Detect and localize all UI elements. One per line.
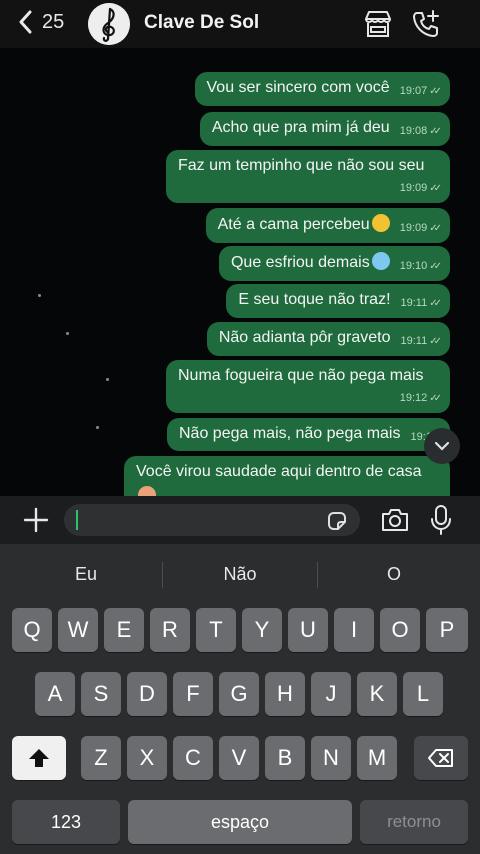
message-bubble[interactable]: Você virou saudade aqui dentro de casa bbox=[124, 456, 450, 496]
return-key[interactable]: retorno bbox=[360, 800, 468, 844]
key[interactable]: V bbox=[219, 736, 259, 780]
key[interactable]: K bbox=[357, 672, 397, 716]
message-time: 19:10 bbox=[399, 260, 428, 272]
key[interactable]: F bbox=[173, 672, 213, 716]
message-bubble[interactable]: Numa fogueira que não pega mais 19:12 ✓✓ bbox=[166, 360, 450, 413]
key[interactable]: J bbox=[311, 672, 351, 716]
message-text: E seu toque não traz! bbox=[238, 291, 391, 308]
double-check-icon: ✓✓ bbox=[429, 298, 442, 309]
sticker-icon[interactable] bbox=[326, 510, 348, 532]
double-check-icon: ✓✓ bbox=[429, 126, 442, 137]
unread-count: 25 bbox=[42, 10, 65, 33]
message-bubble[interactable]: Que esfriou demais 19:10 ✓✓ bbox=[218, 246, 450, 281]
double-check-icon: ✓✓ bbox=[429, 86, 442, 97]
key[interactable]: I bbox=[334, 608, 374, 652]
text-caret bbox=[76, 510, 78, 530]
background-star bbox=[106, 378, 109, 381]
double-check-icon: ✓✓ bbox=[429, 261, 442, 272]
avatar[interactable] bbox=[88, 3, 130, 45]
message-bubble[interactable]: Acho que pra mim já deu 19:08 ✓✓ bbox=[199, 112, 450, 146]
message-bubble[interactable]: Não pega mais, não pega mais 19:13 bbox=[167, 418, 450, 451]
message-text: Não pega mais, não pega mais bbox=[179, 425, 401, 442]
message-time: 19:09 bbox=[399, 222, 428, 234]
back-button[interactable]: 25 bbox=[18, 10, 64, 34]
key[interactable]: A bbox=[35, 672, 75, 716]
message-text: Você virou saudade aqui dentro de casa bbox=[136, 463, 422, 480]
message-bubble[interactable]: E seu toque não traz! 19:11 ✓✓ bbox=[226, 284, 450, 318]
key[interactable]: O bbox=[380, 608, 420, 652]
suggestion[interactable]: O bbox=[314, 554, 474, 594]
message-time: 19:07 bbox=[399, 85, 428, 97]
double-check-icon: ✓✓ bbox=[429, 336, 442, 347]
message-text: Vou ser sincero com você bbox=[206, 79, 390, 96]
delete-key[interactable] bbox=[414, 736, 468, 780]
key[interactable]: Z bbox=[81, 736, 121, 780]
key[interactable]: Y bbox=[242, 608, 282, 652]
message-text: Numa fogueira que não pega mais bbox=[178, 367, 424, 384]
chevron-left-icon bbox=[19, 10, 32, 34]
key[interactable]: L bbox=[403, 672, 443, 716]
background-star bbox=[38, 294, 41, 297]
message-text: Até a cama percebeu bbox=[217, 216, 370, 233]
house-emoji bbox=[138, 486, 156, 496]
background-star bbox=[66, 332, 69, 335]
message-bubble[interactable]: Não adianta pôr graveto 19:11 ✓✓ bbox=[206, 322, 450, 356]
key[interactable]: D bbox=[127, 672, 167, 716]
keyboard: Eu Não O Q W E R T Y U I O P A S D F G H… bbox=[0, 544, 480, 854]
message-time: 19:11 bbox=[400, 297, 428, 309]
contact-name[interactable]: Clave De Sol bbox=[144, 12, 259, 34]
message-text: Faz um tempinho que não sou seu bbox=[178, 157, 425, 174]
key[interactable]: M bbox=[357, 736, 397, 780]
key[interactable]: X bbox=[127, 736, 167, 780]
phone-add-icon[interactable] bbox=[410, 8, 442, 40]
key[interactable]: B bbox=[265, 736, 305, 780]
space-key[interactable]: espaço bbox=[128, 800, 352, 844]
message-bubble[interactable]: Faz um tempinho que não sou seu 19:09 ✓✓ bbox=[166, 150, 450, 203]
key[interactable]: C bbox=[173, 736, 213, 780]
message-input[interactable] bbox=[64, 504, 360, 536]
message-bubble[interactable]: Até a cama percebeu 19:09 ✓✓ bbox=[205, 208, 450, 243]
key[interactable]: U bbox=[288, 608, 328, 652]
key[interactable]: Q bbox=[12, 608, 52, 652]
key[interactable]: R bbox=[150, 608, 190, 652]
confused-face-emoji bbox=[371, 214, 390, 232]
camera-icon[interactable] bbox=[380, 506, 410, 534]
message-time: 19:09 bbox=[399, 182, 428, 194]
shift-key[interactable] bbox=[12, 736, 66, 780]
cold-face-emoji bbox=[371, 252, 390, 270]
double-check-icon: ✓✓ bbox=[429, 393, 442, 404]
suggestion[interactable]: Não bbox=[160, 554, 320, 594]
suggestion[interactable]: Eu bbox=[6, 554, 166, 594]
chevron-down-icon bbox=[434, 441, 450, 451]
backspace-icon bbox=[428, 749, 453, 767]
message-bubble[interactable]: Vou ser sincero com você 19:07 ✓✓ bbox=[194, 72, 450, 106]
attach-plus-icon[interactable] bbox=[22, 506, 50, 534]
microphone-icon[interactable] bbox=[430, 504, 452, 536]
message-text: Não adianta pôr graveto bbox=[218, 329, 391, 346]
message-time: 19:12 bbox=[399, 392, 428, 404]
store-icon[interactable] bbox=[362, 8, 394, 40]
numbers-key[interactable]: 123 bbox=[12, 800, 120, 844]
message-text: Que esfriou demais bbox=[230, 254, 370, 271]
background-star bbox=[96, 426, 99, 429]
key[interactable]: H bbox=[265, 672, 305, 716]
key[interactable]: P bbox=[426, 608, 468, 652]
treble-clef-icon bbox=[88, 3, 130, 45]
key[interactable]: N bbox=[311, 736, 351, 780]
key[interactable]: T bbox=[196, 608, 236, 652]
message-text: Acho que pra mim já deu bbox=[211, 119, 390, 136]
chat-header: 25 Clave De Sol bbox=[0, 0, 480, 48]
message-time: 19:08 bbox=[399, 125, 428, 137]
key[interactable]: G bbox=[219, 672, 259, 716]
message-list[interactable]: Vou ser sincero com você 19:07 ✓✓ Acho que… bbox=[0, 48, 480, 496]
double-check-icon: ✓✓ bbox=[429, 183, 442, 194]
scroll-to-bottom-button[interactable] bbox=[424, 428, 460, 464]
double-check-icon: ✓✓ bbox=[429, 223, 442, 234]
key[interactable]: S bbox=[81, 672, 121, 716]
message-time: 19:11 bbox=[400, 335, 428, 347]
key[interactable]: W bbox=[58, 608, 98, 652]
key[interactable]: E bbox=[104, 608, 144, 652]
shift-arrow-icon bbox=[29, 749, 49, 767]
message-composer bbox=[0, 496, 480, 544]
